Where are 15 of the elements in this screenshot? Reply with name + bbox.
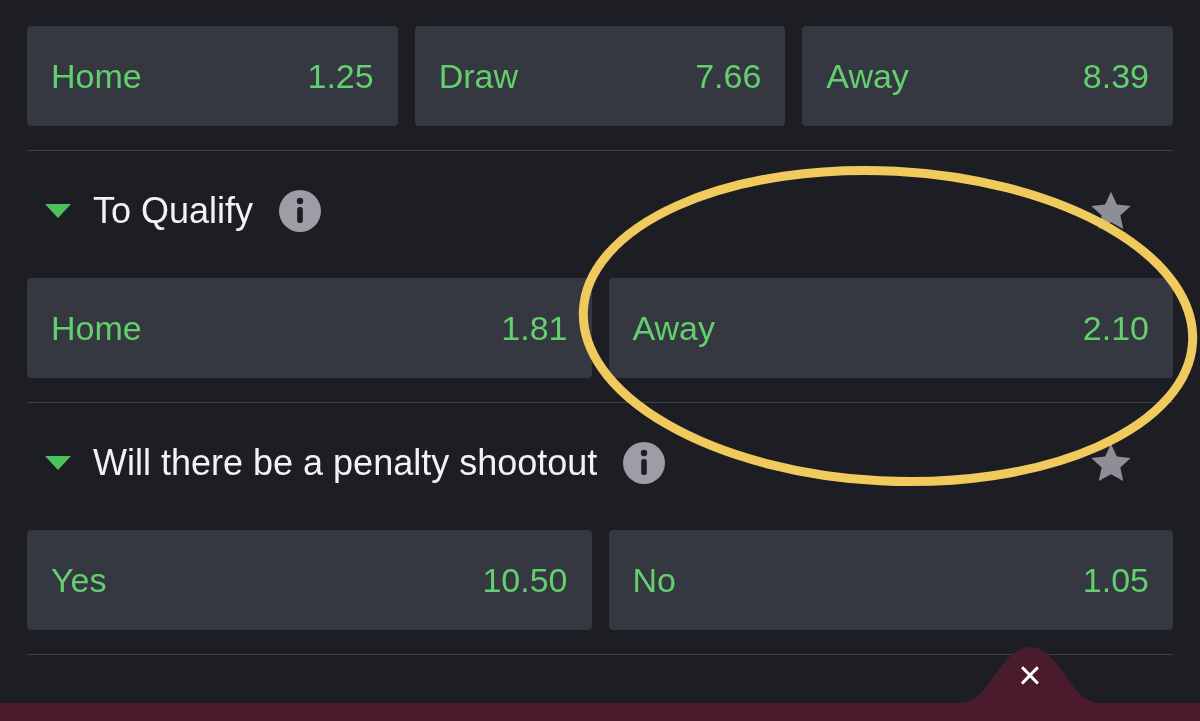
market-title: Will there be a penalty shootout (93, 441, 598, 485)
odds-button[interactable]: Draw 7.66 (414, 26, 786, 126)
odds-button[interactable]: No 1.05 (608, 530, 1173, 630)
star-icon[interactable] (1089, 442, 1133, 484)
market-title: To Qualify (93, 189, 254, 233)
star-icon[interactable] (1089, 190, 1133, 232)
info-icon[interactable] (279, 190, 322, 232)
expand-toggle-icon[interactable] (45, 204, 71, 218)
expand-toggle-icon[interactable] (45, 456, 71, 470)
odds-button[interactable]: Yes 10.50 (27, 530, 592, 630)
info-icon[interactable] (623, 442, 666, 484)
odds-button[interactable]: Away 2.10 (608, 278, 1173, 378)
odds-button[interactable]: Home 1.81 (27, 278, 592, 378)
odds-button[interactable]: Home 1.25 (27, 26, 398, 126)
odds-button[interactable]: Away 8.39 (802, 26, 1173, 126)
